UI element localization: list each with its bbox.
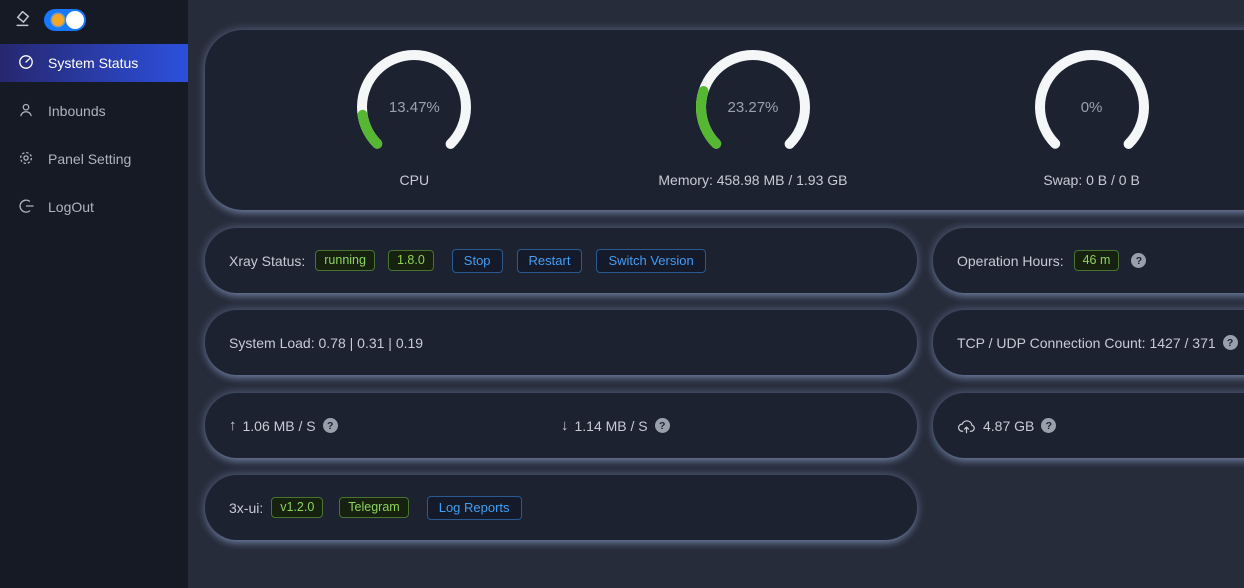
network-speed-card: ↑ 1.06 MB / S ? ↓ 1.14 MB / S ? [205,393,917,458]
sidebar-item-panel-setting[interactable]: Panel Setting [0,140,188,178]
system-gauges-card: 13.47% CPU 23.27% Memory: 458.98 MB / 1.… [205,30,1244,210]
help-icon[interactable]: ? [1041,418,1056,433]
theme-color-icon[interactable] [12,10,32,30]
user-icon [18,102,34,121]
app-info-card: 3x-ui: v1.2.0 Telegram Log Reports [205,475,917,540]
stop-button[interactable]: Stop [452,249,503,273]
xray-running-badge: running [315,250,375,271]
xray-status-card: Xray Status: running 1.8.0 Stop Restart … [205,228,917,293]
dashboard-icon [18,54,34,73]
operation-hours-badge: 46 m [1074,250,1120,271]
cloud-upload-icon [957,417,976,434]
sidebar-item-label: Inbounds [48,103,106,119]
sidebar-item-inbounds[interactable]: Inbounds [0,92,188,130]
xray-version-badge: 1.8.0 [388,250,434,271]
sun-icon [52,14,64,26]
cpu-gauge: 13.47% CPU [245,30,584,210]
download-speed-text: 1.14 MB / S [575,418,648,434]
switch-version-button[interactable]: Switch Version [596,249,705,273]
swap-label: Swap: 0 B / 0 B [1043,172,1140,188]
sidebar-header [0,0,188,34]
download-arrow-icon: ↓ [561,417,569,434]
swap-gauge: 0% Swap: 0 B / 0 B [922,30,1244,210]
connections-card: TCP / UDP Connection Count: 1427 / 371 ? [933,310,1244,375]
help-icon[interactable]: ? [323,418,338,433]
cpu-percent: 13.47% [354,47,474,167]
sidebar-item-label: System Status [48,55,138,71]
sidebar: System Status Inbounds Panel Setting [0,0,188,588]
app-name-label: 3x-ui: [229,500,263,516]
swap-percent: 0% [1032,47,1152,167]
operation-hours-card: Operation Hours: 46 m ? [933,228,1244,293]
dark-mode-toggle[interactable] [44,9,86,31]
logout-icon [18,198,34,217]
cpu-label: CPU [400,172,430,188]
toggle-knob [66,11,84,29]
sidebar-item-label: LogOut [48,199,94,215]
gear-icon [18,150,34,169]
sidebar-menu: System Status Inbounds Panel Setting [0,44,188,226]
app-version-badge: v1.2.0 [271,497,323,518]
sidebar-item-system-status[interactable]: System Status [0,44,188,82]
sidebar-item-label: Panel Setting [48,151,131,167]
total-usage-card: 4.87 GB ? [933,393,1244,458]
help-icon[interactable]: ? [1131,253,1146,268]
total-usage-text: 4.87 GB [983,418,1034,434]
memory-label: Memory: 458.98 MB / 1.93 GB [658,172,847,188]
sidebar-item-logout[interactable]: LogOut [0,188,188,226]
memory-gauge: 23.27% Memory: 458.98 MB / 1.93 GB [584,30,923,210]
telegram-link[interactable]: Telegram [339,497,408,518]
upload-speed-text: 1.06 MB / S [243,418,316,434]
xray-status-label: Xray Status: [229,253,305,269]
operation-hours-label: Operation Hours: [957,253,1064,269]
memory-percent: 23.27% [693,47,813,167]
system-load-text: System Load: 0.78 | 0.31 | 0.19 [229,335,423,351]
upload-arrow-icon: ↑ [229,417,237,434]
log-reports-button[interactable]: Log Reports [427,496,522,520]
upload-speed: ↑ 1.06 MB / S ? [229,417,561,434]
help-icon[interactable]: ? [1223,335,1238,350]
download-speed: ↓ 1.14 MB / S ? [561,417,893,434]
connections-text: TCP / UDP Connection Count: 1427 / 371 [957,335,1216,351]
restart-button[interactable]: Restart [517,249,583,273]
help-icon[interactable]: ? [655,418,670,433]
system-load-card: System Load: 0.78 | 0.31 | 0.19 [205,310,917,375]
